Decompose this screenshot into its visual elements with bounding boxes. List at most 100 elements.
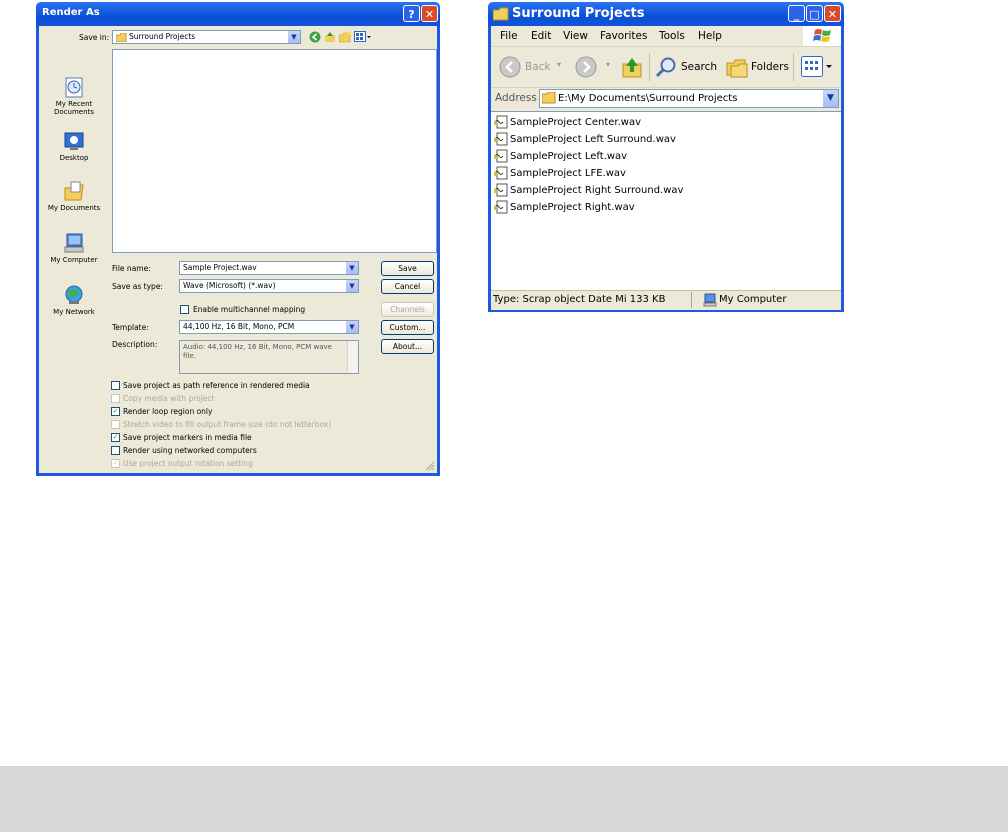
up-folder-icon[interactable] [324, 31, 336, 43]
channels-button[interactable]: Channels [381, 302, 434, 317]
description-box: Audio: 44,100 Hz, 16 Bit, Mono, PCM wave… [179, 340, 359, 374]
help-button[interactable]: ? [403, 5, 420, 22]
render-loop-region-checkbox[interactable]: ✓ [111, 407, 120, 416]
place-my-network[interactable]: My Network [45, 284, 103, 316]
list-item[interactable]: SampleProject Right Surround.wav [494, 183, 683, 199]
output-rotation-checkbox[interactable]: ✓ [111, 459, 120, 468]
chevron-down-icon[interactable]: ▼ [287, 31, 300, 43]
description-scrollbar[interactable] [347, 341, 358, 373]
maximize-button[interactable]: □ [806, 5, 823, 22]
file-name: SampleProject Right.wav [510, 202, 635, 213]
places-bar: My Recent Documents Desktop My Documents… [45, 72, 103, 322]
folders-icon[interactable] [726, 56, 748, 78]
place-my-documents[interactable]: My Documents [45, 180, 103, 212]
list-item[interactable]: SampleProject Right.wav [494, 200, 635, 216]
status-location: My Computer [719, 294, 787, 305]
explorer-toolbar: Back ▾ ▾ Search Folders [491, 47, 841, 88]
chevron-down-icon[interactable]: ▼ [345, 321, 358, 333]
menu-tools[interactable]: Tools [659, 30, 685, 42]
back-icon[interactable] [309, 31, 321, 43]
back-icon[interactable] [499, 56, 521, 78]
back-dropdown-icon[interactable]: ▾ [557, 60, 561, 69]
views-menu-icon[interactable] [801, 56, 833, 78]
cancel-button[interactable]: Cancel [381, 279, 434, 294]
place-my-recent-documents[interactable]: My Recent Documents [45, 76, 103, 116]
toolbar-separator [649, 53, 650, 81]
menu-view[interactable]: View [563, 30, 588, 42]
explorer-file-list[interactable]: SampleProject Center.wav SampleProject L… [491, 111, 841, 290]
enable-multichannel-label: Enable multichannel mapping [193, 305, 306, 314]
list-item[interactable]: SampleProject Left Surround.wav [494, 132, 676, 148]
new-folder-icon[interactable] [339, 31, 351, 43]
status-bar: Type: Scrap object Date Mi 133 KB My Com… [491, 290, 841, 310]
wav-file-icon [494, 132, 508, 146]
render-networked-checkbox[interactable] [111, 446, 120, 455]
place-label: My Network [53, 308, 95, 316]
list-item[interactable]: SampleProject Center.wav [494, 115, 641, 131]
custom-button[interactable]: Custom... [381, 320, 434, 335]
forward-icon[interactable] [575, 56, 597, 78]
save-markers-checkbox[interactable]: ✓ [111, 433, 120, 442]
my-network-icon [65, 285, 83, 304]
my-documents-icon [64, 181, 84, 201]
recent-documents-icon [65, 77, 83, 98]
chevron-down-icon[interactable]: ▼ [345, 262, 358, 274]
place-desktop[interactable]: Desktop [45, 130, 103, 162]
menu-help[interactable]: Help [698, 30, 722, 42]
about-button[interactable]: About... [381, 339, 434, 354]
stretch-video-checkbox[interactable] [111, 420, 120, 429]
render-dialog-body: Save in: Surround Projects ▼ My Recent D… [39, 26, 437, 473]
chevron-down-icon[interactable]: ▼ [345, 280, 358, 292]
enable-multichannel-checkbox[interactable] [180, 305, 189, 314]
forward-dropdown-icon[interactable]: ▾ [606, 60, 610, 69]
folder-icon [116, 33, 127, 42]
place-my-computer[interactable]: My Computer [45, 232, 103, 264]
menu-file[interactable]: File [500, 30, 518, 42]
status-details: Type: Scrap object Date Mi 133 KB [493, 294, 666, 305]
file-name-input[interactable]: Sample Project.wav ▼ [179, 261, 359, 275]
place-label: My Documents [47, 204, 101, 212]
list-item[interactable]: SampleProject Left.wav [494, 149, 627, 165]
search-icon[interactable] [655, 56, 677, 78]
render-dialog-title: Render As [42, 7, 100, 18]
output-rotation-label: Use project output rotation setting [123, 459, 253, 468]
menu-favorites[interactable]: Favorites [600, 30, 647, 42]
address-input[interactable]: E:\My Documents\Surround Projects ▼ [539, 89, 839, 108]
minimize-button[interactable]: _ [788, 5, 805, 22]
windows-logo-icon [803, 26, 841, 46]
views-menu-icon[interactable] [354, 31, 372, 43]
folder-icon [542, 92, 556, 104]
chevron-down-icon[interactable]: ▼ [823, 90, 838, 107]
up-folder-icon[interactable] [621, 56, 643, 78]
desktop-icon [64, 132, 84, 150]
file-name-label: File name: [112, 264, 151, 273]
render-as-dialog: Render As ? ✕ Save in: Surround Projects… [36, 2, 440, 476]
menu-bar: File Edit View Favorites Tools Help [491, 26, 841, 47]
copy-media-checkbox[interactable] [111, 394, 120, 403]
save-in-combo[interactable]: Surround Projects ▼ [112, 30, 301, 44]
render-dialog-titlebar[interactable]: Render As ? ✕ [36, 2, 440, 26]
file-list-area[interactable] [112, 49, 437, 253]
back-button-label[interactable]: Back [525, 61, 551, 73]
list-item[interactable]: SampleProject LFE.wav [494, 166, 626, 182]
place-label: Desktop [59, 154, 89, 162]
search-button-label[interactable]: Search [681, 61, 717, 73]
folders-button-label[interactable]: Folders [751, 61, 789, 73]
render-loop-region-label: Render loop region only [123, 407, 213, 416]
save-path-reference-checkbox[interactable] [111, 381, 120, 390]
address-bar: Address E:\My Documents\Surround Project… [491, 88, 841, 110]
close-icon[interactable]: ✕ [824, 5, 841, 22]
address-label: Address [495, 92, 537, 104]
explorer-window: Surround Projects _ □ ✕ File Edit View F… [488, 2, 844, 312]
explorer-titlebar[interactable]: Surround Projects _ □ ✕ [488, 2, 844, 26]
toolbar-separator [793, 53, 794, 81]
file-name: SampleProject Center.wav [510, 117, 642, 128]
my-computer-icon [703, 293, 717, 307]
template-select[interactable]: 44,100 Hz, 16 Bit, Mono, PCM ▼ [179, 320, 359, 334]
close-icon[interactable]: ✕ [421, 5, 438, 22]
save-as-type-select[interactable]: Wave (Microsoft) (*.wav) ▼ [179, 279, 359, 293]
menu-edit[interactable]: Edit [531, 30, 551, 42]
save-as-type-value: Wave (Microsoft) (*.wav) [183, 281, 276, 290]
resize-grip-icon[interactable] [425, 461, 435, 471]
save-button[interactable]: Save [381, 261, 434, 276]
